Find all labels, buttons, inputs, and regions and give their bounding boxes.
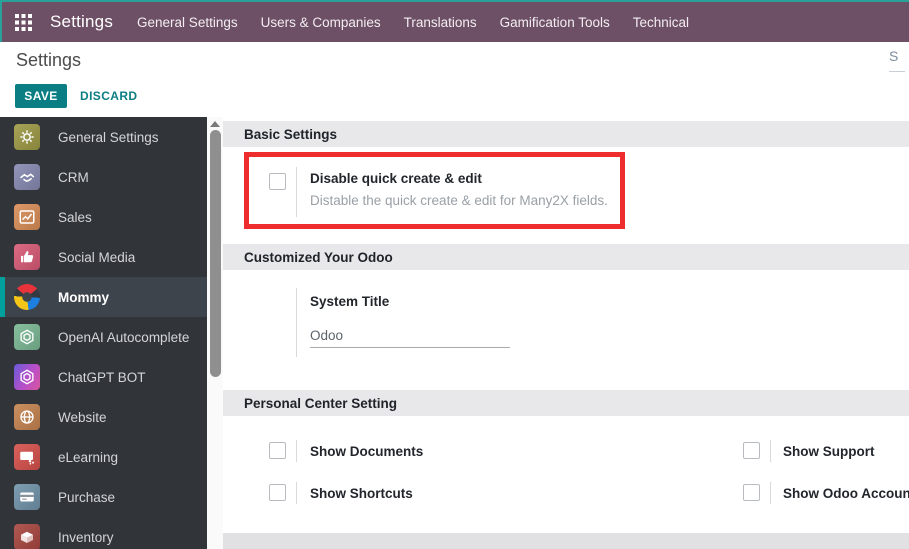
sidebar-item-crm[interactable]: CRM [0, 157, 207, 197]
show-shortcuts-label[interactable]: Show Shortcuts [310, 486, 413, 501]
app-name[interactable]: Settings [50, 12, 113, 32]
setting-divider [296, 167, 297, 217]
apps-grid-icon[interactable] [15, 13, 32, 31]
section-header-personal-center-setting: Personal Center Setting [223, 390, 909, 416]
top-menu: General Settings Users & Companies Trans… [137, 15, 689, 30]
setting-divider [296, 440, 297, 462]
show-odoo-account-label[interactable]: Show Odoo Account [783, 486, 909, 501]
section-title: Basic Settings [244, 126, 338, 142]
sidebar-item-chatgpt-bot[interactable]: ChatGPT BOT [0, 357, 207, 397]
show-support-checkbox[interactable] [743, 442, 760, 459]
setting-label-disable-quick-create[interactable]: Disable quick create & edit [310, 171, 482, 186]
show-support-label[interactable]: Show Support [783, 444, 875, 459]
sidebar-item-label: Mommy [58, 289, 110, 305]
handshake-icon [14, 164, 40, 190]
setting-divider [770, 482, 771, 504]
settings-page: Settings General Settings Users & Compan… [0, 0, 909, 549]
credit-card-icon [14, 484, 40, 510]
sidebar-item-inventory[interactable]: Inventory [0, 517, 207, 549]
color-swirl-icon [14, 284, 40, 310]
sidebar-item-label: Website [58, 409, 107, 425]
scrollbar-up-icon[interactable] [207, 117, 223, 131]
disable-quick-create-checkbox[interactable] [269, 173, 286, 190]
presentation-icon [14, 444, 40, 470]
save-button[interactable]: SAVE [15, 84, 67, 108]
sidebar-item-sales[interactable]: Sales [0, 197, 207, 237]
search-input-partial[interactable]: S [889, 48, 907, 64]
sidebar-item-purchase[interactable]: Purchase [0, 477, 207, 517]
sidebar-item-label: General Settings [58, 129, 159, 145]
thumbs-up-icon [14, 244, 40, 270]
sidebar-item-label: eLearning [58, 449, 119, 465]
section-header-customized-your-odoo: Customized Your Odoo [223, 244, 909, 270]
search-underline [889, 71, 905, 72]
sidebar-item-label: Social Media [58, 249, 136, 265]
menu-general-settings[interactable]: General Settings [137, 15, 238, 30]
menu-users-companies[interactable]: Users & Companies [261, 15, 381, 30]
sidebar-item-website[interactable]: Website [0, 397, 207, 437]
show-odoo-account-checkbox[interactable] [743, 484, 760, 501]
sidebar-item-label: Purchase [58, 489, 116, 505]
settings-sidebar: General Settings CRM Sales Social Media … [0, 117, 207, 549]
sidebar-item-elearning[interactable]: eLearning [0, 437, 207, 477]
content-scrollbar[interactable] [207, 117, 223, 549]
discard-button[interactable]: DISCARD [80, 84, 137, 108]
sidebar-item-label: Inventory [58, 529, 114, 545]
scrollbar-thumb[interactable] [209, 130, 221, 377]
sidebar-item-general-settings[interactable]: General Settings [0, 117, 207, 157]
show-documents-label[interactable]: Show Documents [310, 444, 423, 459]
sidebar-item-label: ChatGPT BOT [58, 369, 146, 385]
sidebar-item-openai-autocomplete[interactable]: OpenAI Autocomplete [0, 317, 207, 357]
settings-content: Basic Settings Disable quick create & ed… [223, 117, 909, 549]
openai-icon [14, 324, 40, 350]
sidebar-item-label: CRM [58, 169, 89, 185]
setting-divider [296, 482, 297, 504]
menu-gamification-tools[interactable]: Gamification Tools [500, 15, 610, 30]
section-header-partial [223, 533, 909, 549]
menu-technical[interactable]: Technical [633, 15, 689, 30]
sidebar-item-label: Sales [58, 209, 92, 225]
system-title-input[interactable] [310, 326, 510, 348]
openai-icon [14, 364, 40, 390]
system-title-label: System Title [310, 294, 390, 309]
highlight-rectangle: Disable quick create & edit Distable the… [244, 152, 625, 229]
setting-divider [770, 440, 771, 462]
top-navbar: Settings General Settings Users & Compan… [0, 0, 909, 42]
section-header-basic-settings: Basic Settings [223, 121, 909, 147]
show-documents-checkbox[interactable] [269, 442, 286, 459]
sidebar-item-social-media[interactable]: Social Media [0, 237, 207, 277]
setting-help-text: Distable the quick create & edit for Man… [310, 193, 608, 208]
show-shortcuts-checkbox[interactable] [269, 484, 286, 501]
gear-icon [14, 124, 40, 150]
section-title: Personal Center Setting [244, 395, 398, 411]
section-title: Customized Your Odoo [244, 249, 393, 265]
sidebar-item-mommy[interactable]: Mommy [0, 277, 207, 317]
menu-translations[interactable]: Translations [404, 15, 477, 30]
box-icon [14, 524, 40, 549]
setting-divider [296, 288, 297, 357]
globe-icon [14, 404, 40, 430]
line-chart-icon [14, 204, 40, 230]
breadcrumb-title: Settings [16, 50, 82, 70]
sidebar-item-label: OpenAI Autocomplete [58, 329, 190, 345]
